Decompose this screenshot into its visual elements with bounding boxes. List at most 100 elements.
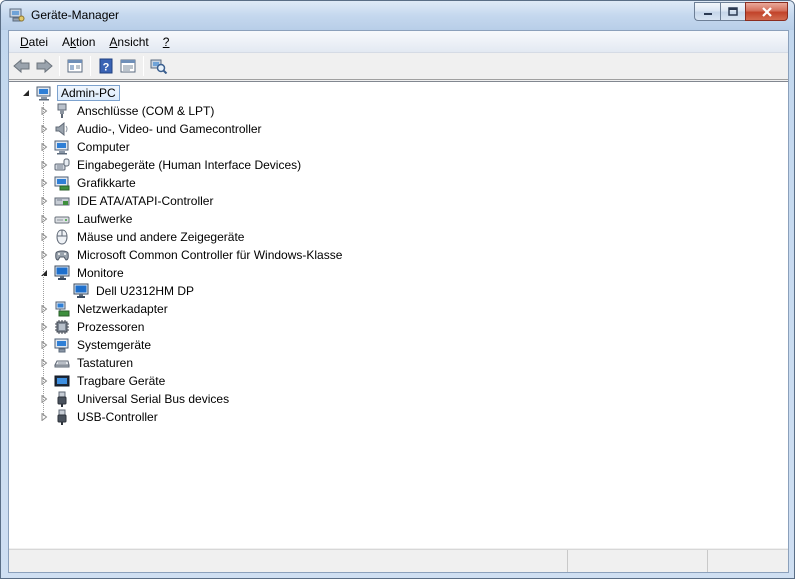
tree-expand-arrow-icon[interactable] (39, 232, 49, 242)
device-tree[interactable]: Admin-PC Anschlüsse (COM & LPT) Audio-, Vi… (9, 81, 788, 548)
tree-node-label: Computer (77, 140, 130, 154)
close-button[interactable] (745, 2, 788, 21)
disk-drive-icon (54, 216, 70, 224)
tree-category-node[interactable]: Systemgeräte (39, 336, 153, 354)
network-adapter-icon (55, 301, 70, 317)
tree-root-node[interactable]: Admin-PC (21, 84, 120, 102)
status-pane-main (9, 550, 568, 572)
tree-collapse-arrow-icon[interactable] (39, 268, 49, 278)
device-manager-icon (9, 8, 25, 22)
tree-category-node[interactable]: Netzwerkadapter (39, 300, 170, 318)
tree-node-label: Eingabegeräte (Human Interface Devices) (77, 158, 302, 172)
tree-expand-arrow-icon[interactable] (39, 160, 49, 170)
minimize-button[interactable] (694, 2, 720, 21)
tree-node-label: Anschlüsse (COM & LPT) (77, 104, 215, 118)
tree-device-node[interactable]: Dell U2312HM DP (58, 282, 196, 300)
status-bar (9, 549, 788, 572)
tree-node-label: Audio-, Video- und Gamecontroller (77, 122, 262, 136)
tree-expand-arrow-icon[interactable] (39, 358, 49, 368)
tree-expand-arrow-icon[interactable] (39, 142, 49, 152)
processor-icon (55, 320, 69, 334)
scan-hardware-button[interactable] (148, 55, 170, 77)
tree-node-label: Monitore (77, 266, 124, 280)
tree-category-node[interactable]: Laufwerke (39, 210, 134, 228)
computer-icon (54, 140, 69, 155)
tree-node-label: Netzwerkadapter (77, 302, 168, 316)
menu-aktion[interactable]: Aktion (55, 33, 102, 51)
minimize-icon (703, 12, 712, 15)
ide-controller-icon (54, 197, 70, 206)
back-button[interactable] (11, 55, 33, 77)
tree-expand-arrow-icon[interactable] (39, 196, 49, 206)
tree-category-node[interactable]: Grafikkarte (39, 174, 138, 192)
menu-ansicht-label: nsicht (117, 34, 149, 49)
tree-category-node[interactable]: USB-Controller (39, 408, 160, 426)
tree-category-node[interactable]: Universal Serial Bus devices (39, 390, 231, 408)
help-button[interactable]: ? (95, 55, 117, 77)
system-device-icon (54, 338, 69, 353)
tree-expand-arrow-icon[interactable] (39, 124, 49, 134)
display-adapter-icon (54, 176, 70, 191)
gamepad-icon (55, 250, 69, 261)
tree-collapse-arrow-icon[interactable] (21, 88, 31, 98)
tree-category-node[interactable]: Monitore (39, 264, 126, 282)
monitor-icon (73, 283, 89, 298)
device-manager-window: Geräte-Manager Datei Aktion Ansicht ? ? … (0, 0, 795, 579)
tree-expand-arrow-icon[interactable] (39, 376, 49, 386)
speaker-icon (55, 121, 68, 137)
portable-device-icon (54, 375, 70, 387)
tree-node-label: Admin-PC (57, 85, 120, 101)
tree-category-node[interactable]: Audio-, Video- und Gamecontroller (39, 120, 264, 138)
caption-buttons (694, 2, 788, 21)
show-hide-console-tree-button[interactable] (64, 55, 86, 77)
tree-category-node[interactable]: Computer (39, 138, 132, 156)
maximize-button[interactable] (720, 2, 745, 21)
tree-node-label: IDE ATA/ATAPI-Controller (77, 194, 214, 208)
tree-category-node[interactable]: Tragbare Geräte (39, 372, 167, 390)
menu-aktion-label-start: A (62, 34, 71, 49)
toolbar-separator (90, 56, 91, 76)
tree-category-node[interactable]: Eingabegeräte (Human Interface Devices) (39, 156, 303, 174)
tree-expand-arrow-icon[interactable] (39, 412, 49, 422)
tree-node-label: USB-Controller (77, 410, 158, 424)
tree-expand-arrow-icon[interactable] (39, 340, 49, 350)
tree-category-node[interactable]: Tastaturen (39, 354, 135, 372)
monitor-icon (54, 265, 70, 280)
menu-datei-mnemonic: D (20, 34, 29, 49)
forward-button[interactable] (33, 55, 55, 77)
properties-button[interactable] (117, 55, 139, 77)
tree-expand-arrow-icon[interactable] (39, 304, 49, 314)
tree-node-label: Grafikkarte (77, 176, 136, 190)
title-bar[interactable]: Geräte-Manager (1, 1, 794, 30)
tree-node-label: Dell U2312HM DP (96, 284, 195, 298)
tree-category-node[interactable]: Microsoft Common Controller für Windows-… (39, 246, 344, 264)
tree-expand-arrow-icon[interactable] (39, 322, 49, 332)
tree-category-node[interactable]: Anschlüsse (COM & LPT) (39, 102, 216, 120)
tree-expand-arrow-icon[interactable] (39, 178, 49, 188)
usb-icon (57, 409, 67, 425)
menu-bar: Datei Aktion Ansicht ? (9, 31, 788, 53)
window-title: Geräte-Manager (31, 8, 120, 22)
properties-icon (120, 59, 136, 73)
tree-category-node[interactable]: IDE ATA/ATAPI-Controller (39, 192, 215, 210)
close-icon (761, 6, 772, 17)
tree-expand-arrow-icon[interactable] (39, 106, 49, 116)
help-icon: ? (99, 58, 113, 74)
tree-category-node[interactable]: Prozessoren (39, 318, 146, 336)
show-hide-console-tree-icon (67, 59, 83, 73)
tree-expand-arrow-icon[interactable] (39, 394, 49, 404)
tree-category-node[interactable]: Mäuse und andere Zeigegeräte (39, 228, 246, 246)
svg-text:?: ? (103, 62, 110, 74)
tree-expand-arrow-icon[interactable] (39, 250, 49, 260)
menu-datei[interactable]: Datei (13, 33, 55, 51)
status-pane-2 (568, 550, 708, 572)
port-icon (57, 103, 67, 118)
tree-node-label: Universal Serial Bus devices (77, 392, 230, 406)
menu-ansicht[interactable]: Ansicht (102, 33, 155, 51)
tree-expand-arrow-icon[interactable] (39, 214, 49, 224)
menu-help[interactable]: ? (156, 33, 177, 51)
computer-icon (36, 86, 51, 101)
maximize-icon (728, 7, 738, 16)
scan-hardware-icon (150, 59, 168, 74)
